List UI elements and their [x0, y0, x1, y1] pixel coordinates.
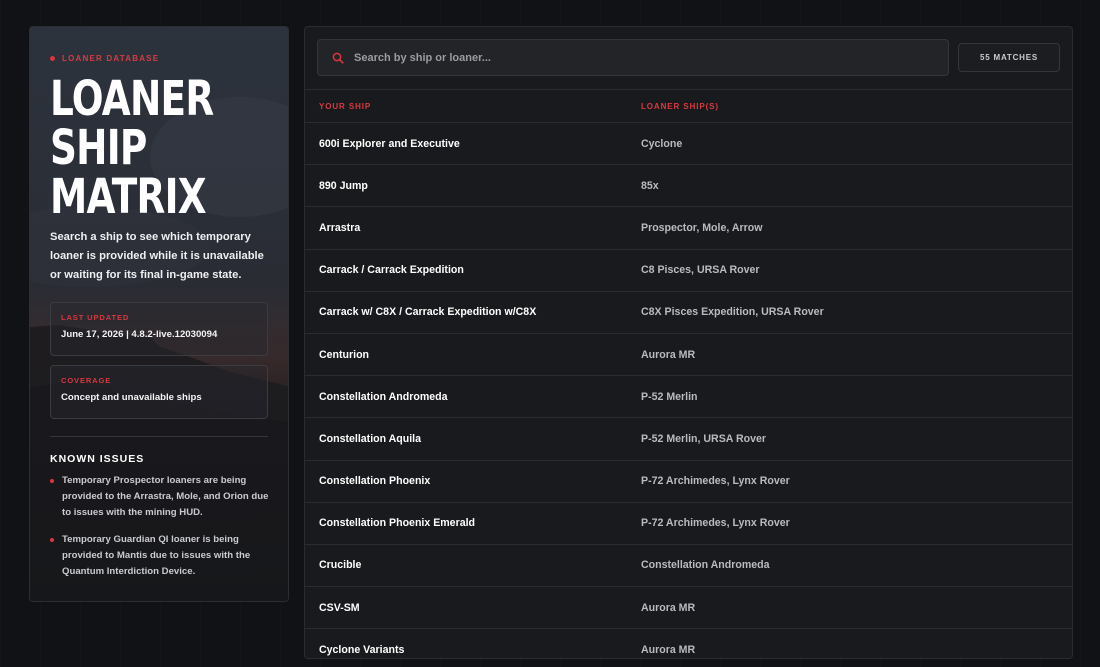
search-bar[interactable]	[317, 39, 949, 76]
loaner-table-panel: 55 MATCHES YOUR SHIP LOANER SHIP(S) 600i…	[304, 26, 1073, 659]
last-updated-card: LAST UPDATED June 17, 2026 | 4.8.2-live.…	[50, 302, 268, 356]
title-line: MATRIX	[50, 169, 207, 225]
table-row[interactable]: Constellation Phoenix Emerald P-72 Archi…	[305, 503, 1072, 545]
table-row[interactable]: CSV-SM Aurora MR	[305, 587, 1072, 630]
last-updated-value: June 17, 2026 | 4.8.2-live.12030094	[61, 329, 218, 340]
loaner-ship-cell: P-72 Archimedes, Lynx Rover	[641, 517, 790, 530]
your-ship-cell: Constellation Andromeda	[319, 390, 448, 403]
table-row[interactable]: Constellation Phoenix P-72 Archimedes, L…	[305, 461, 1072, 503]
table-row[interactable]: Carrack / Carrack Expedition C8 Pisces, …	[305, 250, 1072, 292]
sidebar-divider	[50, 436, 268, 437]
loaner-ship-cell: Cyclone	[641, 137, 683, 150]
loaner-ship-cell: Aurora MR	[641, 348, 696, 361]
your-ship-cell: Constellation Aquila	[319, 432, 422, 445]
loaner-ship-cell: C8 Pisces, URSA Rover	[641, 264, 760, 277]
your-ship-cell: 890 Jump	[319, 179, 368, 192]
loaner-ship-cell: Constellation Andromeda	[641, 559, 770, 572]
table-row[interactable]: Carrack w/ C8X / Carrack Expedition w/C8…	[305, 292, 1072, 334]
your-ship-cell: Carrack w/ C8X / Carrack Expedition w/C8…	[319, 306, 537, 319]
loaner-ship-cell: C8X Pisces Expedition, URSA Rover	[641, 306, 824, 319]
loaner-ship-cell: Aurora MR	[641, 601, 696, 614]
title-line: SHIP	[50, 120, 147, 176]
column-header-your-ship: YOUR SHIP	[319, 101, 372, 111]
your-ship-cell: Centurion	[319, 348, 370, 361]
your-ship-cell: Arrastra	[319, 221, 361, 234]
loaner-ship-cell: P-52 Merlin	[641, 390, 698, 403]
known-issues-heading: KNOWN ISSUES	[50, 453, 145, 465]
coverage-card: COVERAGE Concept and unavailable ships	[50, 365, 268, 419]
red-dot-icon	[50, 56, 55, 61]
known-issues-list: Temporary Prospector loaners are being p…	[50, 473, 270, 591]
column-header-loaner-ships: LOANER SHIP(S)	[641, 101, 719, 111]
known-issue-item: Temporary Prospector loaners are being p…	[50, 473, 270, 521]
table-row[interactable]: Cyclone Variants Aurora MR	[305, 629, 1072, 658]
table-row[interactable]: 600i Explorer and Executive Cyclone	[305, 123, 1072, 166]
table-row[interactable]: Crucible Constellation Andromeda	[305, 545, 1072, 588]
loaner-ship-cell: Prospector, Mole, Arrow	[641, 221, 763, 234]
your-ship-cell: Crucible	[319, 559, 362, 572]
last-updated-label: LAST UPDATED	[61, 313, 130, 322]
section-eyebrow: LOANER DATABASE	[50, 54, 159, 63]
your-ship-cell: Constellation Phoenix	[319, 475, 431, 488]
loaner-ship-cell: P-52 Merlin, URSA Rover	[641, 432, 766, 445]
coverage-label: COVERAGE	[61, 376, 112, 385]
loaner-ship-cell: P-72 Archimedes, Lynx Rover	[641, 475, 790, 488]
your-ship-cell: Cyclone Variants	[319, 643, 405, 656]
search-input[interactable]	[354, 40, 948, 75]
match-count-badge: 55 MATCHES	[958, 43, 1060, 72]
sidebar-content: LOANER DATABASE LOANER SHIP MATRIX Searc…	[30, 27, 288, 601]
your-ship-cell: Constellation Phoenix Emerald	[319, 517, 475, 530]
table-row[interactable]: Constellation Andromeda P-52 Merlin	[305, 376, 1072, 419]
your-ship-cell: CSV-SM	[319, 601, 360, 614]
table-header: YOUR SHIP LOANER SHIP(S)	[305, 89, 1072, 123]
page-description: Search a ship to see which temporary loa…	[50, 231, 264, 281]
known-issue-item: Temporary Guardian QI loaner is being pr…	[50, 532, 270, 580]
your-ship-cell: Carrack / Carrack Expedition	[319, 264, 464, 277]
title-line: LOANER	[50, 71, 214, 127]
search-icon	[332, 52, 344, 64]
table-row[interactable]: Constellation Aquila P-52 Merlin, URSA R…	[305, 418, 1072, 461]
loaner-ship-cell: 85x	[641, 179, 659, 192]
table-row[interactable]: Centurion Aurora MR	[305, 334, 1072, 377]
page-title: LOANER SHIP MATRIX	[50, 75, 229, 222]
table-body: 600i Explorer and Executive Cyclone 890 …	[305, 123, 1072, 658]
eyebrow-label: LOANER DATABASE	[62, 54, 160, 63]
info-sidebar: LOANER DATABASE LOANER SHIP MATRIX Searc…	[29, 26, 289, 602]
table-row[interactable]: Arrastra Prospector, Mole, Arrow	[305, 207, 1072, 250]
coverage-value: Concept and unavailable ships	[61, 392, 202, 403]
your-ship-cell: 600i Explorer and Executive	[319, 137, 460, 150]
table-row[interactable]: 890 Jump 85x	[305, 165, 1072, 208]
loaner-ship-cell: Aurora MR	[641, 643, 696, 656]
